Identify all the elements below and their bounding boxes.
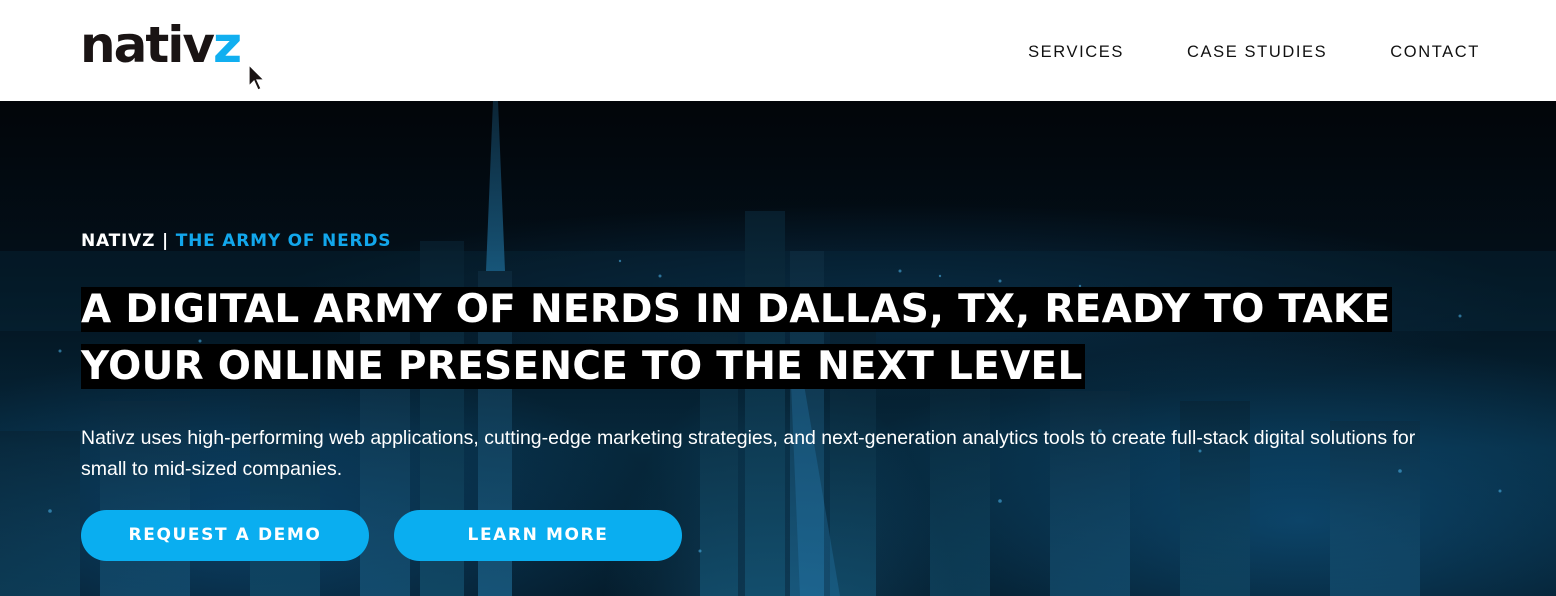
nav-contact-link[interactable]: CONTACT <box>1390 42 1480 62</box>
site-header: nativz SERVICES CASE STUDIES CONTACT <box>0 0 1556 101</box>
logo-wordmark-main: nativ <box>80 16 215 74</box>
nativz-logo[interactable]: nativz <box>80 18 280 92</box>
hero-headline-text: A DIGITAL ARMY OF NERDS IN DALLAS, TX, R… <box>81 287 1393 389</box>
hero-eyebrow: NATIVZ | THE ARMY OF NERDS <box>81 231 391 251</box>
cursor-icon <box>248 64 266 91</box>
hero-section: NATIVZ | THE ARMY OF NERDS A DIGITAL ARM… <box>0 101 1556 596</box>
eyebrow-brand: NATIVZ | <box>81 231 176 251</box>
request-demo-button[interactable]: REQUEST A DEMO <box>81 510 369 561</box>
logo-wordmark: nativz <box>80 20 242 70</box>
logo-wordmark-accent: z <box>212 16 242 74</box>
learn-more-button[interactable]: LEARN MORE <box>394 510 682 561</box>
eyebrow-tagline: THE ARMY OF NERDS <box>175 231 392 251</box>
nav-case-studies-link[interactable]: CASE STUDIES <box>1187 42 1327 62</box>
hero-description: Nativz uses high-performing web applicat… <box>81 427 1416 480</box>
main-nav: SERVICES CASE STUDIES CONTACT <box>965 42 1480 62</box>
nav-services-link[interactable]: SERVICES <box>1028 42 1124 62</box>
hero-headline: A DIGITAL ARMY OF NERDS IN DALLAS, TX, R… <box>81 281 1421 395</box>
